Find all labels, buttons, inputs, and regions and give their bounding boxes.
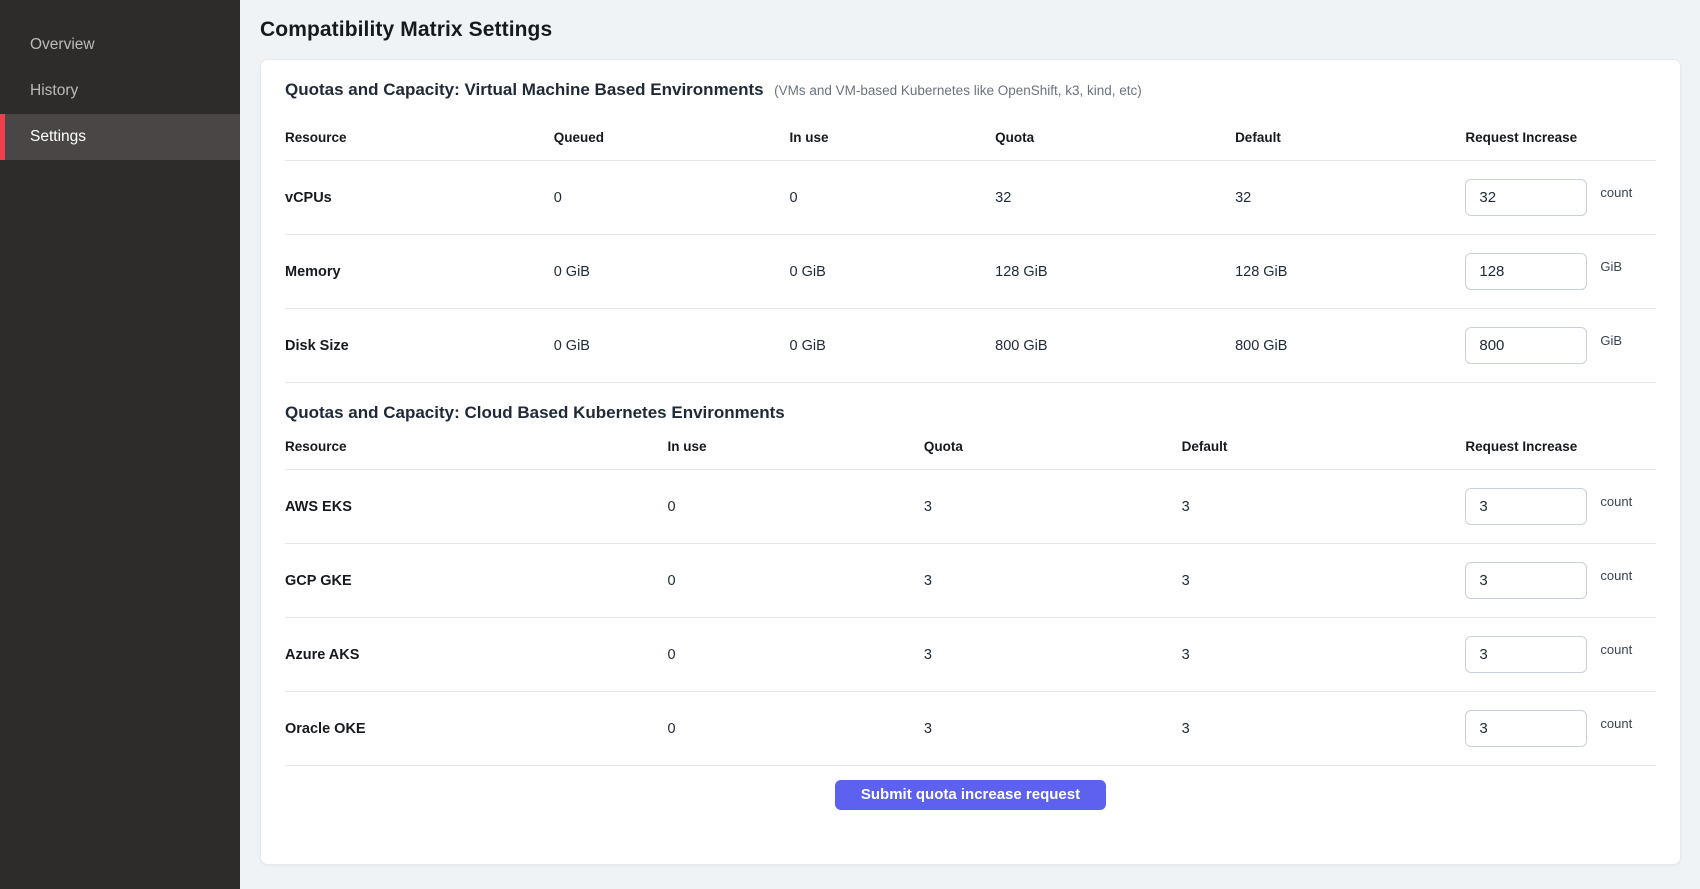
vm-table-header-row: Resource Queued In use Quota Default Req…	[285, 100, 1656, 161]
vm-section-header: Quotas and Capacity: Virtual Machine Bas…	[285, 80, 1656, 100]
sidebar-item-overview-label: Overview	[30, 36, 95, 54]
cloud-col-in-use: In use	[668, 423, 924, 470]
table-row-aws-eks: AWS EKS 0 3 3 count	[285, 470, 1656, 544]
aws-eks-in-use: 0	[668, 470, 924, 544]
oracle-oke-request-input[interactable]	[1465, 710, 1587, 747]
disk-default: 800 GiB	[1235, 309, 1465, 383]
aws-eks-resource: AWS EKS	[285, 470, 668, 544]
oracle-oke-default: 3	[1182, 692, 1466, 766]
memory-queued: 0 GiB	[554, 235, 790, 309]
memory-resource: Memory	[285, 235, 554, 309]
disk-queued: 0 GiB	[554, 309, 790, 383]
app-root: Overview History Settings Compatibility …	[0, 0, 1700, 889]
disk-resource: Disk Size	[285, 309, 554, 383]
table-row-vcpus: vCPUs 0 0 32 32 count	[285, 161, 1656, 235]
vm-section-title: Quotas and Capacity: Virtual Machine Bas…	[285, 80, 764, 99]
oracle-oke-quota: 3	[924, 692, 1182, 766]
vm-section-subtitle: (VMs and VM-based Kubernetes like OpenSh…	[774, 83, 1142, 98]
main-content: Compatibility Matrix Settings Quotas and…	[240, 0, 1700, 889]
sidebar-item-overview[interactable]: Overview	[0, 22, 240, 68]
gcp-gke-in-use: 0	[668, 544, 924, 618]
cloud-quota-table: Resource In use Quota Default Request In…	[285, 423, 1656, 766]
vm-col-request-increase: Request Increase	[1465, 100, 1656, 161]
vcpus-resource: vCPUs	[285, 161, 554, 235]
settings-card: Quotas and Capacity: Virtual Machine Bas…	[260, 59, 1681, 865]
vm-quota-table: Resource Queued In use Quota Default Req…	[285, 100, 1656, 383]
vcpus-request-wrap: count	[1465, 179, 1656, 216]
cloud-col-default: Default	[1182, 423, 1466, 470]
gcp-gke-quota: 3	[924, 544, 1182, 618]
vcpus-unit-label: count	[1600, 185, 1632, 200]
oracle-oke-request-wrap: count	[1465, 710, 1656, 747]
azure-aks-unit-label: count	[1600, 642, 1632, 657]
aws-eks-default: 3	[1182, 470, 1466, 544]
table-row-azure-aks: Azure AKS 0 3 3 count	[285, 618, 1656, 692]
azure-aks-in-use: 0	[668, 618, 924, 692]
vm-col-resource: Resource	[285, 100, 554, 161]
sidebar-item-settings-label: Settings	[30, 128, 86, 146]
oracle-oke-in-use: 0	[668, 692, 924, 766]
cloud-table-header-row: Resource In use Quota Default Request In…	[285, 423, 1656, 470]
disk-request-wrap: GiB	[1465, 327, 1656, 364]
vm-col-quota: Quota	[995, 100, 1235, 161]
cloud-col-resource: Resource	[285, 423, 668, 470]
vcpus-default: 32	[1235, 161, 1465, 235]
memory-default: 128 GiB	[1235, 235, 1465, 309]
gcp-gke-request-wrap: count	[1465, 562, 1656, 599]
azure-aks-quota: 3	[924, 618, 1182, 692]
vcpus-queued: 0	[554, 161, 790, 235]
active-accent-bar	[0, 114, 5, 160]
sidebar-item-history[interactable]: History	[0, 68, 240, 114]
gcp-gke-unit-label: count	[1600, 568, 1632, 583]
vm-col-queued: Queued	[554, 100, 790, 161]
disk-in-use: 0 GiB	[790, 309, 996, 383]
sidebar-item-settings[interactable]: Settings	[0, 114, 240, 160]
cloud-col-request-increase: Request Increase	[1465, 423, 1656, 470]
memory-unit-label: GiB	[1600, 259, 1622, 274]
azure-aks-request-input[interactable]	[1465, 636, 1587, 673]
disk-unit-label: GiB	[1600, 333, 1622, 348]
memory-in-use: 0 GiB	[790, 235, 996, 309]
memory-quota: 128 GiB	[995, 235, 1235, 309]
gcp-gke-resource: GCP GKE	[285, 544, 668, 618]
table-row-gcp-gke: GCP GKE 0 3 3 count	[285, 544, 1656, 618]
table-row-memory: Memory 0 GiB 0 GiB 128 GiB 128 GiB GiB	[285, 235, 1656, 309]
cloud-section-title: Quotas and Capacity: Cloud Based Kuberne…	[285, 403, 785, 422]
aws-eks-unit-label: count	[1600, 494, 1632, 509]
aws-eks-quota: 3	[924, 470, 1182, 544]
azure-aks-resource: Azure AKS	[285, 618, 668, 692]
cloud-section-header: Quotas and Capacity: Cloud Based Kuberne…	[285, 403, 1656, 423]
vcpus-quota: 32	[995, 161, 1235, 235]
azure-aks-request-wrap: count	[1465, 636, 1656, 673]
table-row-disk-size: Disk Size 0 GiB 0 GiB 800 GiB 800 GiB Gi…	[285, 309, 1656, 383]
memory-request-wrap: GiB	[1465, 253, 1656, 290]
gcp-gke-request-input[interactable]	[1465, 562, 1587, 599]
disk-quota: 800 GiB	[995, 309, 1235, 383]
cloud-col-quota: Quota	[924, 423, 1182, 470]
submit-quota-increase-button[interactable]: Submit quota increase request	[835, 780, 1106, 810]
page-title: Compatibility Matrix Settings	[260, 18, 1681, 42]
table-row-oracle-oke: Oracle OKE 0 3 3 count	[285, 692, 1656, 766]
gcp-gke-default: 3	[1182, 544, 1466, 618]
azure-aks-default: 3	[1182, 618, 1466, 692]
oracle-oke-resource: Oracle OKE	[285, 692, 668, 766]
oracle-oke-unit-label: count	[1600, 716, 1632, 731]
sidebar-nav: Overview History Settings	[0, 22, 240, 160]
disk-request-input[interactable]	[1465, 327, 1587, 364]
vm-col-in-use: In use	[790, 100, 996, 161]
memory-request-input[interactable]	[1465, 253, 1587, 290]
aws-eks-request-input[interactable]	[1465, 488, 1587, 525]
vm-col-default: Default	[1235, 100, 1465, 161]
vcpus-in-use: 0	[790, 161, 996, 235]
sidebar-item-history-label: History	[30, 82, 78, 100]
vcpus-request-input[interactable]	[1465, 179, 1587, 216]
submit-row: Submit quota increase request	[285, 766, 1656, 825]
aws-eks-request-wrap: count	[1465, 488, 1656, 525]
sidebar: Overview History Settings	[0, 0, 240, 889]
